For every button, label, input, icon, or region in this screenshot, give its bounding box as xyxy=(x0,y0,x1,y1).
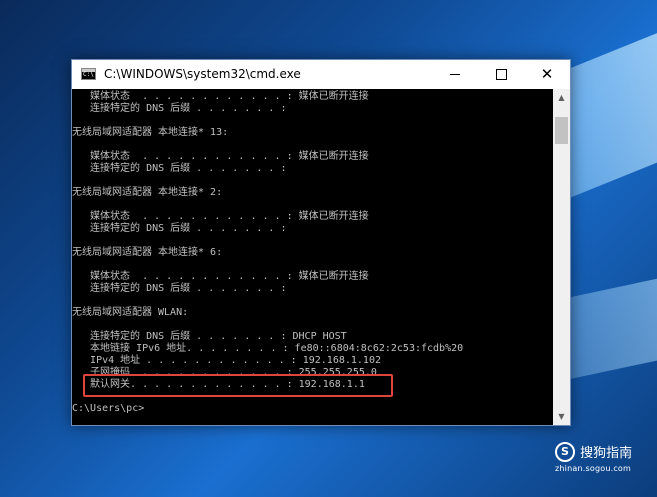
scroll-up-arrow-icon[interactable]: ▲ xyxy=(553,89,570,106)
console-line: 无线局域网适配器 WLAN: xyxy=(72,307,189,318)
console-line: 媒体状态 . . . . . . . . . . . . : 媒体已断开连接 xyxy=(72,151,369,162)
cmd-window[interactable]: C:\WINDOWS\system32\cmd.exe ✕ 媒体状态 . . .… xyxy=(71,59,571,426)
console-line: C:\Users\pc> xyxy=(72,403,145,414)
console-line: 媒体状态 . . . . . . . . . . . . : 媒体已断开连接 xyxy=(72,211,369,222)
console-line: 连接特定的 DNS 后缀 . . . . . . . : xyxy=(72,163,287,174)
close-icon: ✕ xyxy=(540,65,554,83)
cmd-app-icon[interactable] xyxy=(81,68,96,80)
console-line: 本地链接 IPv6 地址. . . . . . . . : fe80::6804… xyxy=(72,343,464,354)
console-line: 无线局域网适配器 本地连接* 6: xyxy=(72,247,223,258)
close-button[interactable]: ✕ xyxy=(524,60,570,89)
console-line: 无线局域网适配器 本地连接* 13: xyxy=(72,127,229,138)
watermark-brand: 搜狗指南 xyxy=(580,446,633,461)
vertical-scrollbar[interactable]: ▲ ▼ xyxy=(553,89,570,425)
maximize-button[interactable] xyxy=(478,60,524,89)
console-line: IPv4 地址 . . . . . . . . . . . . : 192.16… xyxy=(72,355,381,366)
scroll-down-arrow-icon[interactable]: ▼ xyxy=(553,408,570,425)
title-bar[interactable]: C:\WINDOWS\system32\cmd.exe ✕ xyxy=(72,60,570,89)
minimize-button[interactable] xyxy=(432,60,478,89)
watermark-url: zhinan.sogou.com xyxy=(555,463,632,473)
console-line: 媒体状态 . . . . . . . . . . . . : 媒体已断开连接 xyxy=(72,91,369,102)
window-title: C:\WINDOWS\system32\cmd.exe xyxy=(104,67,301,81)
minimize-icon xyxy=(450,74,460,75)
sogou-logo-icon: S xyxy=(555,441,575,462)
console-line: 媒体状态 . . . . . . . . . . . . : 媒体已断开连接 xyxy=(72,271,369,282)
default-gateway-highlight-box xyxy=(83,374,393,397)
scrollbar-thumb[interactable] xyxy=(555,117,568,144)
console-line: 连接特定的 DNS 后缀 . . . . . . . : xyxy=(72,283,287,294)
console-line: 连接特定的 DNS 后缀 . . . . . . . : xyxy=(72,103,287,114)
console-line: 连接特定的 DNS 后缀 . . . . . . . : DHCP HOST xyxy=(72,331,347,342)
console-line: 连接特定的 DNS 后缀 . . . . . . . : xyxy=(72,223,287,234)
maximize-icon xyxy=(495,69,507,80)
console-line: 无线局域网适配器 本地连接* 2: xyxy=(72,187,223,198)
sogou-watermark: S 搜狗指南 zhinan.sogou.com xyxy=(555,441,632,473)
